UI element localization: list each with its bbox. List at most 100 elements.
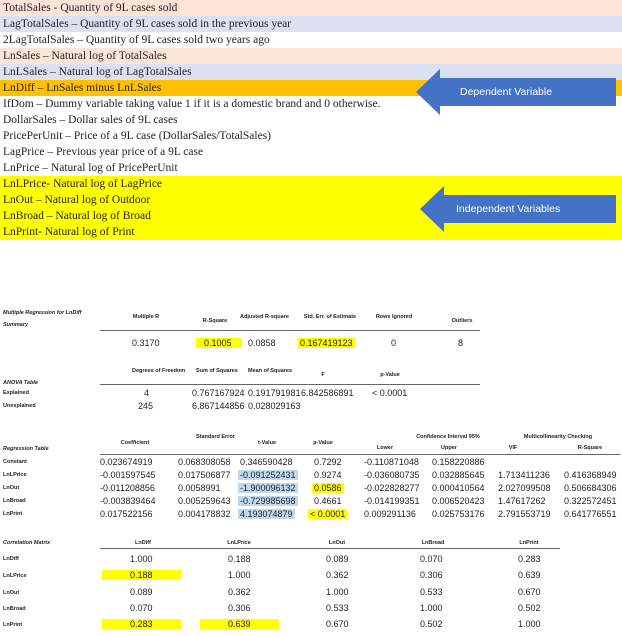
dependent-variable-label: Dependent Variable bbox=[460, 86, 553, 98]
header-vif: VIF bbox=[508, 445, 518, 451]
corr-header-lnlprice: LnLPrice bbox=[227, 540, 251, 546]
definition-lnprice: LnPrice – Natural log of PricePerUnit bbox=[0, 160, 622, 176]
header-confidence-interval: Confidence Interval 95% bbox=[416, 434, 480, 440]
header-multiple-r: Multiple R bbox=[132, 314, 160, 320]
vif-cell: 1.713411236 bbox=[498, 470, 550, 480]
corr-cell: 0.070 bbox=[130, 603, 153, 613]
row-label-unexplained: Unexplained bbox=[3, 403, 36, 409]
definition-totalsales: TotalSales - Quantity of 9L cases sold bbox=[0, 0, 622, 16]
header-mean-of-squares: Mean of Squares bbox=[248, 368, 293, 374]
header-p-value: p-Value bbox=[380, 372, 400, 378]
corr-header-lndiff: LnDiff bbox=[135, 540, 151, 546]
definition-priceperunit: PricePerUnit – Price of a 9L case (Dolla… bbox=[0, 128, 622, 144]
corr-cell: 0.306 bbox=[228, 603, 251, 613]
corr-cell: 1.000 bbox=[518, 619, 541, 629]
upper-cell: 0.158220886 bbox=[432, 457, 485, 467]
se-cell: 0.004178832 bbox=[178, 509, 231, 519]
corr-cell: 0.362 bbox=[326, 570, 349, 580]
header-sum-of-squares: Sum of Squares bbox=[196, 368, 238, 374]
corr-row-label-lnout: LnOut bbox=[3, 590, 20, 596]
lower-cell: -0.014199351 bbox=[364, 496, 420, 506]
corr-cell: 0.362 bbox=[228, 587, 251, 597]
t-cell: -0.091252431 bbox=[238, 470, 298, 480]
corr-cell: 0.639 bbox=[200, 619, 279, 629]
se-cell: 0.017506877 bbox=[178, 470, 231, 480]
corr-row-label-lnprint: LnPrint bbox=[3, 622, 23, 628]
header-coefficient: Coefficient bbox=[120, 440, 150, 446]
header-std-err: Std. Err. of Estimate bbox=[303, 314, 357, 320]
unexplained-ms: 0.028029163 bbox=[248, 401, 301, 411]
t-cell: -1.900096132 bbox=[238, 483, 298, 493]
corr-cell: 1.000 bbox=[130, 554, 153, 564]
header-lower: Lower bbox=[376, 445, 394, 451]
header-standard-error: Standard Error bbox=[196, 434, 235, 440]
upper-cell: 0.006520423 bbox=[432, 496, 485, 506]
header-degrees-of-freedom: Degrees of Freedom bbox=[132, 368, 186, 374]
corr-header-lnbroad: LnBroad bbox=[421, 540, 445, 546]
std-err-value: 0.167419123 bbox=[298, 338, 355, 348]
definition-lnsales: LnSales – Natural log of TotalSales bbox=[0, 48, 622, 64]
header-f: F bbox=[321, 372, 325, 378]
corr-cell: 1.000 bbox=[326, 587, 349, 597]
r2-cell: 0.416368949 bbox=[564, 470, 617, 480]
t-cell: -0.729985698 bbox=[238, 496, 298, 506]
r2-cell: 0.506684306 bbox=[564, 483, 617, 493]
p-cell: 0.4661 bbox=[314, 496, 342, 506]
row-label-lnout: LnOut bbox=[3, 485, 20, 491]
p-cell: 0.0586 bbox=[312, 483, 344, 493]
upper-cell: 0.000410564 bbox=[432, 483, 485, 493]
r2-cell: 0.322572451 bbox=[564, 496, 617, 506]
lower-cell: -0.036080735 bbox=[364, 470, 420, 480]
header-multicollinearity: Multicollinearity Checking bbox=[523, 434, 593, 440]
corr-cell: 0.070 bbox=[420, 554, 443, 564]
upper-cell: 0.032885645 bbox=[432, 470, 485, 480]
outliers-value: 8 bbox=[458, 338, 464, 348]
explained-p: < 0.0001 bbox=[372, 388, 408, 398]
coef-cell: -0.001597545 bbox=[100, 470, 156, 480]
definition-2lagtotalsales: 2LagTotalSales – Quantity of 9L cases so… bbox=[0, 32, 622, 48]
vif-cell: 1.47617262 bbox=[498, 496, 546, 506]
header-reg-p-value: p-Value bbox=[313, 440, 333, 446]
definition-lagprice: LagPrice – Previous year price of a 9L c… bbox=[0, 144, 622, 160]
se-cell: 0.005259643 bbox=[178, 496, 231, 506]
regression-title: Regression Table bbox=[3, 446, 49, 452]
corr-cell: 0.306 bbox=[420, 570, 443, 580]
correlation-title: Correlation Matrix bbox=[3, 540, 51, 546]
unexplained-df: 245 bbox=[138, 401, 154, 411]
correlation-rule bbox=[100, 548, 560, 549]
corr-cell: 0.533 bbox=[326, 603, 349, 613]
row-label-explained: Explained bbox=[3, 390, 29, 396]
corr-cell: 1.000 bbox=[228, 570, 251, 580]
lower-cell: -0.022828277 bbox=[364, 483, 420, 493]
corr-header-lnout: LnOut bbox=[328, 540, 346, 546]
header-outliers: Outliers bbox=[451, 318, 473, 324]
row-label-lnlprice: LnLPrice bbox=[3, 472, 27, 478]
corr-cell: 0.283 bbox=[102, 619, 181, 629]
explained-df: 4 bbox=[144, 388, 150, 398]
row-label-constant: Constant bbox=[3, 459, 27, 465]
explained-ss: 0.767167924 bbox=[192, 388, 245, 398]
corr-cell: 0.502 bbox=[518, 603, 541, 613]
corr-cell: 0.283 bbox=[518, 554, 541, 564]
independent-variables-callout: Independent Variables bbox=[420, 186, 616, 232]
t-cell: 0.346590428 bbox=[240, 457, 293, 467]
header-rows-ignored: Rows Ignored bbox=[375, 314, 413, 320]
coef-cell: 0.017522156 bbox=[100, 509, 153, 519]
summary-row-label: Summary bbox=[3, 322, 29, 328]
vif-cell: 2.791553719 bbox=[498, 509, 551, 519]
corr-cell: 0.502 bbox=[420, 619, 443, 629]
corr-cell: 0.089 bbox=[130, 587, 153, 597]
header-adjusted-r-square: Adjusted R-square bbox=[240, 314, 289, 320]
corr-header-lnprint: LnPrint bbox=[519, 540, 539, 546]
corr-cell: 0.670 bbox=[518, 587, 541, 597]
se-cell: 0.0058991 bbox=[178, 483, 221, 493]
corr-cell: 0.639 bbox=[518, 570, 541, 580]
regression-output: Multiple Regression for LnDiff Summary M… bbox=[0, 300, 622, 636]
corr-cell: 0.670 bbox=[326, 619, 349, 629]
corr-cell: 0.533 bbox=[420, 587, 443, 597]
header-rule bbox=[100, 330, 480, 331]
corr-row-label-lndiff: LnDiff bbox=[3, 556, 19, 562]
definition-lagtotalsales: LagTotalSales – Quantity of 9L cases sol… bbox=[0, 16, 622, 32]
p-cell: 0.9274 bbox=[314, 470, 342, 480]
r2-cell: 0.641776551 bbox=[564, 509, 617, 519]
